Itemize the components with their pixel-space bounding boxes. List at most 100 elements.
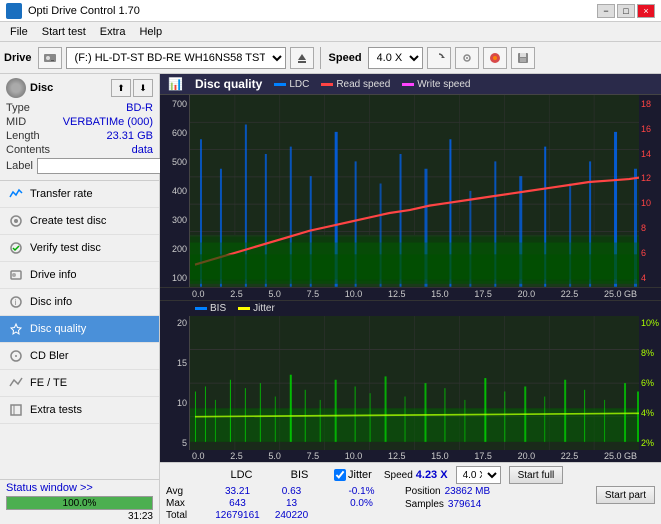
nav-verify-test-disc[interactable]: Verify test disc	[0, 235, 159, 262]
disc-contents-value: data	[132, 144, 153, 156]
drive-selector[interactable]: (F:) HL-DT-ST BD-RE WH16NS58 TST4	[66, 47, 286, 69]
nav-disc-info-label: Disc info	[30, 296, 72, 308]
status-window-button[interactable]: Status window >>	[6, 482, 93, 494]
lower-chart-legend: BIS Jitter	[160, 301, 661, 316]
speed-label-static: Speed	[384, 470, 413, 481]
nav-cd-bler[interactable]: CD Bler	[0, 343, 159, 370]
disc-label-input[interactable]	[37, 158, 171, 174]
legend-write-speed-label: Write speed	[417, 79, 470, 90]
upper-chart-svg	[190, 95, 639, 287]
disc-icon	[6, 78, 26, 98]
lower-x-2-5: 2.5	[230, 451, 243, 461]
legend-write-speed-color	[402, 83, 414, 86]
x-label-10: 10.0	[345, 289, 363, 299]
y-right-8: 8	[641, 223, 659, 233]
nav-disc-quality[interactable]: Disc quality	[0, 316, 159, 343]
app-title: Opti Drive Control 1.70	[28, 5, 140, 17]
lower-x-spacer-left	[160, 451, 190, 461]
start-part-container: Start part	[596, 486, 655, 504]
nav-create-test-disc[interactable]: Create test disc	[0, 208, 159, 235]
speed-selector[interactable]: 4.0 X Max 2.0 X 1.0 X	[368, 47, 423, 69]
drive-icon-btn[interactable]	[38, 47, 62, 69]
progress-bar-fill: 100.0%	[7, 497, 152, 509]
total-empty	[318, 510, 330, 521]
legend-jitter: Jitter	[238, 303, 275, 314]
avg-bis: 0.63	[269, 486, 314, 497]
avg-ldc: 33.21	[210, 486, 265, 497]
total-jitter-empty	[334, 510, 389, 521]
menu-extra[interactable]: Extra	[94, 24, 132, 40]
avg-empty	[318, 486, 330, 497]
legend-ldc-label: LDC	[289, 79, 309, 90]
lower-y-right-8: 8%	[641, 348, 659, 358]
disc-action-btn1[interactable]: ⬆	[111, 79, 131, 97]
disc-length-row: Length 23.31 GB	[6, 130, 153, 142]
refresh-icon	[433, 52, 445, 64]
max-empty	[318, 498, 330, 509]
maximize-button[interactable]: □	[617, 4, 635, 18]
y-label-500: 500	[162, 157, 187, 167]
lower-x-20: 20.0	[518, 451, 536, 461]
position-value: 23862 MB	[445, 486, 491, 497]
disc-info-icon: i	[8, 294, 24, 310]
stats-ldc-header: LDC	[214, 469, 269, 481]
eject-icon	[296, 52, 308, 64]
main-layout: Disc ⬆ ⬇ Type BD-R MID VERBATIMe (000) L…	[0, 74, 661, 524]
titlebar-controls: − □ ×	[597, 4, 655, 18]
nav-transfer-rate[interactable]: Transfer rate	[0, 181, 159, 208]
lower-x-axis: 0.0 2.5 5.0 7.5 10.0 12.5 15.0 17.5 20.0…	[160, 450, 661, 462]
disc-label-row: Label 🖊	[6, 158, 153, 174]
disc-type-row: Type BD-R	[6, 102, 153, 114]
x-label-0: 0.0	[192, 289, 205, 299]
upper-x-spacer-left	[160, 289, 190, 299]
lower-y-right-2: 2%	[641, 438, 659, 448]
jitter-checkbox-label: Jitter	[348, 469, 372, 481]
nav-drive-info[interactable]: Drive info	[0, 262, 159, 289]
refresh-button[interactable]	[427, 47, 451, 69]
save-button[interactable]	[511, 47, 535, 69]
transfer-rate-icon	[8, 186, 24, 202]
upper-x-axis: 0.0 2.5 5.0 7.5 10.0 12.5 15.0 17.5 20.0…	[160, 288, 661, 301]
y-right-10: 10	[641, 198, 659, 208]
speed-select-small[interactable]: 4.0 X Max	[456, 466, 501, 484]
jitter-checkbox[interactable]	[334, 469, 346, 481]
start-full-button[interactable]: Start full	[509, 466, 564, 484]
nav-fe-te[interactable]: FE / TE	[0, 370, 159, 397]
lower-x-22-5: 22.5	[561, 451, 579, 461]
speed-display-container: Speed 4.23 X	[384, 469, 448, 481]
settings-button[interactable]	[455, 47, 479, 69]
stats-area: LDC BIS Jitter Speed 4.23 X 4.0 X Max St…	[160, 462, 661, 524]
menu-help[interactable]: Help	[133, 24, 168, 40]
nav-disc-info[interactable]: i Disc info	[0, 289, 159, 316]
burn-button[interactable]	[483, 47, 507, 69]
x-label-12-5: 12.5	[388, 289, 406, 299]
menu-file[interactable]: File	[4, 24, 34, 40]
total-label: Total	[166, 510, 206, 521]
close-button[interactable]: ×	[637, 4, 655, 18]
disc-action-btn2[interactable]: ⬇	[133, 79, 153, 97]
max-label: Max	[166, 498, 206, 509]
lower-x-spacer-right	[639, 451, 661, 461]
menu-start-test[interactable]: Start test	[36, 24, 92, 40]
legend-jitter-label: Jitter	[253, 303, 275, 314]
minimize-button[interactable]: −	[597, 4, 615, 18]
legend-read-speed-label: Read speed	[336, 79, 390, 90]
max-jitter: 0.0%	[334, 498, 389, 509]
y-label-400: 400	[162, 186, 187, 196]
avg-jitter: -0.1%	[334, 486, 389, 497]
max-ldc: 643	[210, 498, 265, 509]
y-right-18: 18	[641, 99, 659, 109]
legend-ldc: LDC	[274, 79, 309, 90]
start-part-button[interactable]: Start part	[596, 486, 655, 504]
nav-extra-tests[interactable]: Extra tests	[0, 397, 159, 424]
disc-length-value: 23.31 GB	[107, 130, 153, 142]
extra-tests-icon	[8, 402, 24, 418]
eject-button[interactable]	[290, 47, 314, 69]
left-panel: Disc ⬆ ⬇ Type BD-R MID VERBATIMe (000) L…	[0, 74, 160, 524]
position-row: Position 23862 MB	[405, 486, 490, 497]
y-label-600: 600	[162, 128, 187, 138]
stats-values-row: Avg 33.21 0.63 -0.1% Max 643 13 0.0% Tot…	[166, 486, 655, 521]
lower-y-5: 5	[162, 438, 187, 448]
lower-x-0: 0.0	[192, 451, 205, 461]
stats-bis-header: BIS	[277, 469, 322, 481]
